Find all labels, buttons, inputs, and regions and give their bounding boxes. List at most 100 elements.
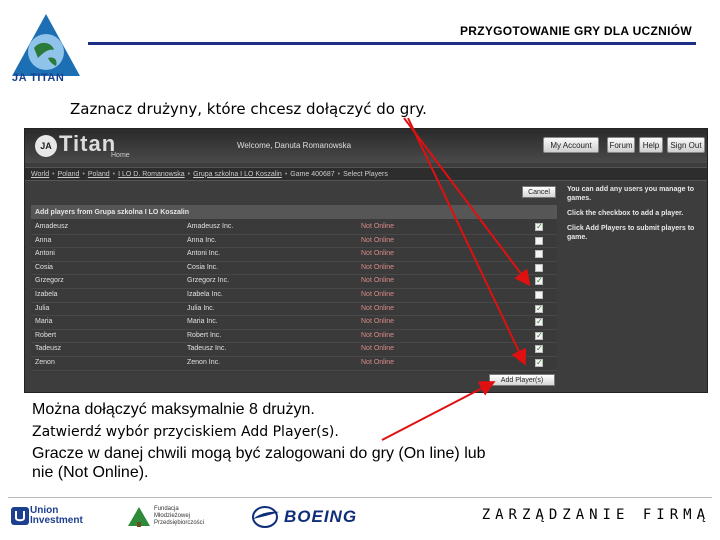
players-list: Amadeusz Amadeusz Inc. Not Online ✓ Anna Ann…	[31, 221, 557, 371]
player-checkbox[interactable]	[535, 290, 543, 299]
player-row: Izabela Izabela Inc. Not Online	[31, 289, 557, 303]
player-row: Maria Maria Inc. Not Online ✓	[31, 316, 557, 330]
online-status-note: Gracze w danej chwili mogą być zalogowan…	[32, 445, 486, 481]
welcome-text: Welcome, Danuta Romanowska	[237, 141, 352, 150]
player-status: Not Online	[361, 290, 395, 298]
cancel-button[interactable]: Cancel	[522, 186, 556, 198]
app-logo-home[interactable]: Home	[111, 152, 130, 159]
player-status: Not Online	[361, 236, 395, 244]
player-checkbox[interactable]	[535, 250, 543, 259]
player-status: Not Online	[361, 223, 395, 230]
breadcrumb-separator: •	[52, 170, 55, 178]
breadcrumb-world[interactable]: World	[31, 171, 49, 178]
player-checkbox[interactable]: ✓	[535, 318, 543, 327]
boeing-logo-text: BOEING	[284, 507, 358, 526]
player-team: Grzegorz Inc.	[187, 277, 230, 285]
player-name: Maria	[35, 318, 53, 326]
breadcrumb: World • Poland • Poland • I LO D. Romano…	[25, 167, 707, 181]
player-name: Tadeusz	[35, 345, 62, 353]
player-status: Not Online	[361, 304, 395, 312]
player-checkbox[interactable]	[535, 236, 543, 245]
player-row: Cosia Cosia Inc. Not Online	[31, 262, 557, 276]
breadcrumb-school[interactable]: I LO D. Romanowska	[118, 171, 185, 178]
app-screenshot: JA Titan Home Welcome, Danuta Romanowska…	[24, 128, 708, 393]
breadcrumb-separator: •	[337, 170, 341, 178]
app-logo-text[interactable]: Titan	[59, 131, 116, 157]
fundacja-logo-line: Młodzieżowej	[154, 513, 191, 519]
player-checkbox[interactable]: ✓	[535, 331, 543, 340]
player-team: Robert Inc.	[187, 331, 222, 339]
help-line: You can add any users you manage to game…	[567, 186, 695, 202]
breadcrumb-region[interactable]: Poland	[88, 171, 110, 178]
my-account-button[interactable]: My Account	[543, 137, 599, 153]
breadcrumb-separator: •	[82, 170, 85, 178]
ja-badge-icon: JA	[35, 135, 57, 157]
player-team: Julia Inc.	[187, 304, 215, 312]
player-name: Grzegorz	[35, 277, 64, 285]
player-row: Grzegorz Grzegorz Inc. Not Online ✓	[31, 275, 557, 289]
instruction-select-teams: Zaznacz drużyny, które chcesz dołączyć d…	[70, 100, 427, 118]
player-team: Antoni Inc.	[187, 250, 221, 258]
player-name: Robert	[35, 331, 57, 339]
player-name: Julia	[35, 304, 50, 312]
player-status: Not Online	[361, 277, 395, 285]
player-status: Not Online	[361, 345, 395, 353]
breadcrumb-separator: •	[112, 170, 116, 178]
fundacja-logo-line: Przedsiębiorczości	[154, 520, 205, 526]
breadcrumb-current: Select Players	[343, 170, 388, 178]
player-row: Zenon Zenon Inc. Not Online ✓	[31, 357, 557, 371]
forum-button[interactable]: Forum	[607, 137, 635, 153]
player-name: Izabela	[35, 290, 58, 298]
help-button[interactable]: Help	[639, 137, 663, 153]
players-panel: Add players from Grupa szkolna I LO Kosz…	[31, 205, 557, 373]
player-team: Tadeusz Inc.	[187, 345, 227, 353]
player-team: Cosia Inc.	[187, 263, 219, 271]
footer-zarzadzanie-firma: ZARZĄDZANIE FIRMĄ	[481, 507, 710, 523]
player-checkbox[interactable]: ✓	[535, 277, 543, 286]
confirm-note: Zatwierdź wybór przyciskiem Add Player(s…	[32, 424, 339, 440]
player-status: Not Online	[361, 358, 395, 366]
player-checkbox[interactable]: ✓	[535, 358, 543, 367]
footer-rule	[8, 497, 712, 498]
player-checkbox[interactable]: ✓	[535, 223, 543, 231]
help-line: Click Add Players to submit players to g…	[567, 225, 695, 241]
player-team: Izabela Inc.	[187, 290, 223, 298]
player-row: Tadeusz Tadeusz Inc. Not Online ✓	[31, 343, 557, 357]
fundacja-tree-icon	[128, 507, 150, 527]
player-row: Amadeusz Amadeusz Inc. Not Online ✓	[31, 221, 557, 235]
breadcrumb-group[interactable]: Grupa szkolna I LO Koszalin	[193, 171, 282, 178]
player-status: Not Online	[361, 263, 395, 271]
union-investment-logo: Union Investment	[30, 506, 83, 526]
help-line: Click the checkbox to add a player.	[567, 210, 684, 217]
union-investment-logo-icon	[11, 507, 29, 525]
player-name: Antoni	[35, 250, 55, 258]
sign-out-button[interactable]: Sign Out	[667, 137, 705, 153]
player-row: Julia Julia Inc. Not Online ✓	[31, 303, 557, 317]
breadcrumb-separator: •	[187, 170, 191, 178]
player-name: Zenon	[35, 358, 55, 366]
boeing-symbol-icon	[252, 506, 279, 528]
union-logo-line: Investment	[30, 515, 83, 526]
add-players-button[interactable]: Add Player(s)	[489, 374, 555, 386]
breadcrumb-country[interactable]: Poland	[58, 171, 80, 178]
player-name: Cosia	[35, 263, 53, 271]
player-name: Amadeusz	[35, 223, 69, 230]
player-team: Amadeusz Inc.	[187, 223, 234, 230]
player-row: Robert Robert Inc. Not Online ✓	[31, 330, 557, 344]
player-status: Not Online	[361, 331, 395, 339]
player-status: Not Online	[361, 318, 395, 326]
player-status: Not Online	[361, 250, 395, 258]
player-checkbox[interactable]: ✓	[535, 345, 543, 354]
player-checkbox[interactable]: ✓	[535, 304, 543, 313]
title-rule	[88, 42, 696, 45]
breadcrumb-game: Game 400687	[290, 170, 335, 178]
max-teams-note: Można dołączyć maksymalnie 8 drużyn.	[32, 401, 315, 418]
player-row: Antoni Antoni Inc. Not Online	[31, 248, 557, 262]
player-team: Anna Inc.	[187, 236, 217, 244]
app-header: JA Titan Home Welcome, Danuta Romanowska…	[25, 129, 707, 163]
slide-title: PRZYGOTOWANIE GRY DLA UCZNIÓW	[459, 24, 692, 38]
player-team: Zenon Inc.	[187, 358, 221, 366]
player-checkbox[interactable]	[535, 263, 543, 272]
player-team: Maria Inc.	[187, 318, 218, 326]
logo-caption: JA TITAN	[12, 72, 65, 84]
